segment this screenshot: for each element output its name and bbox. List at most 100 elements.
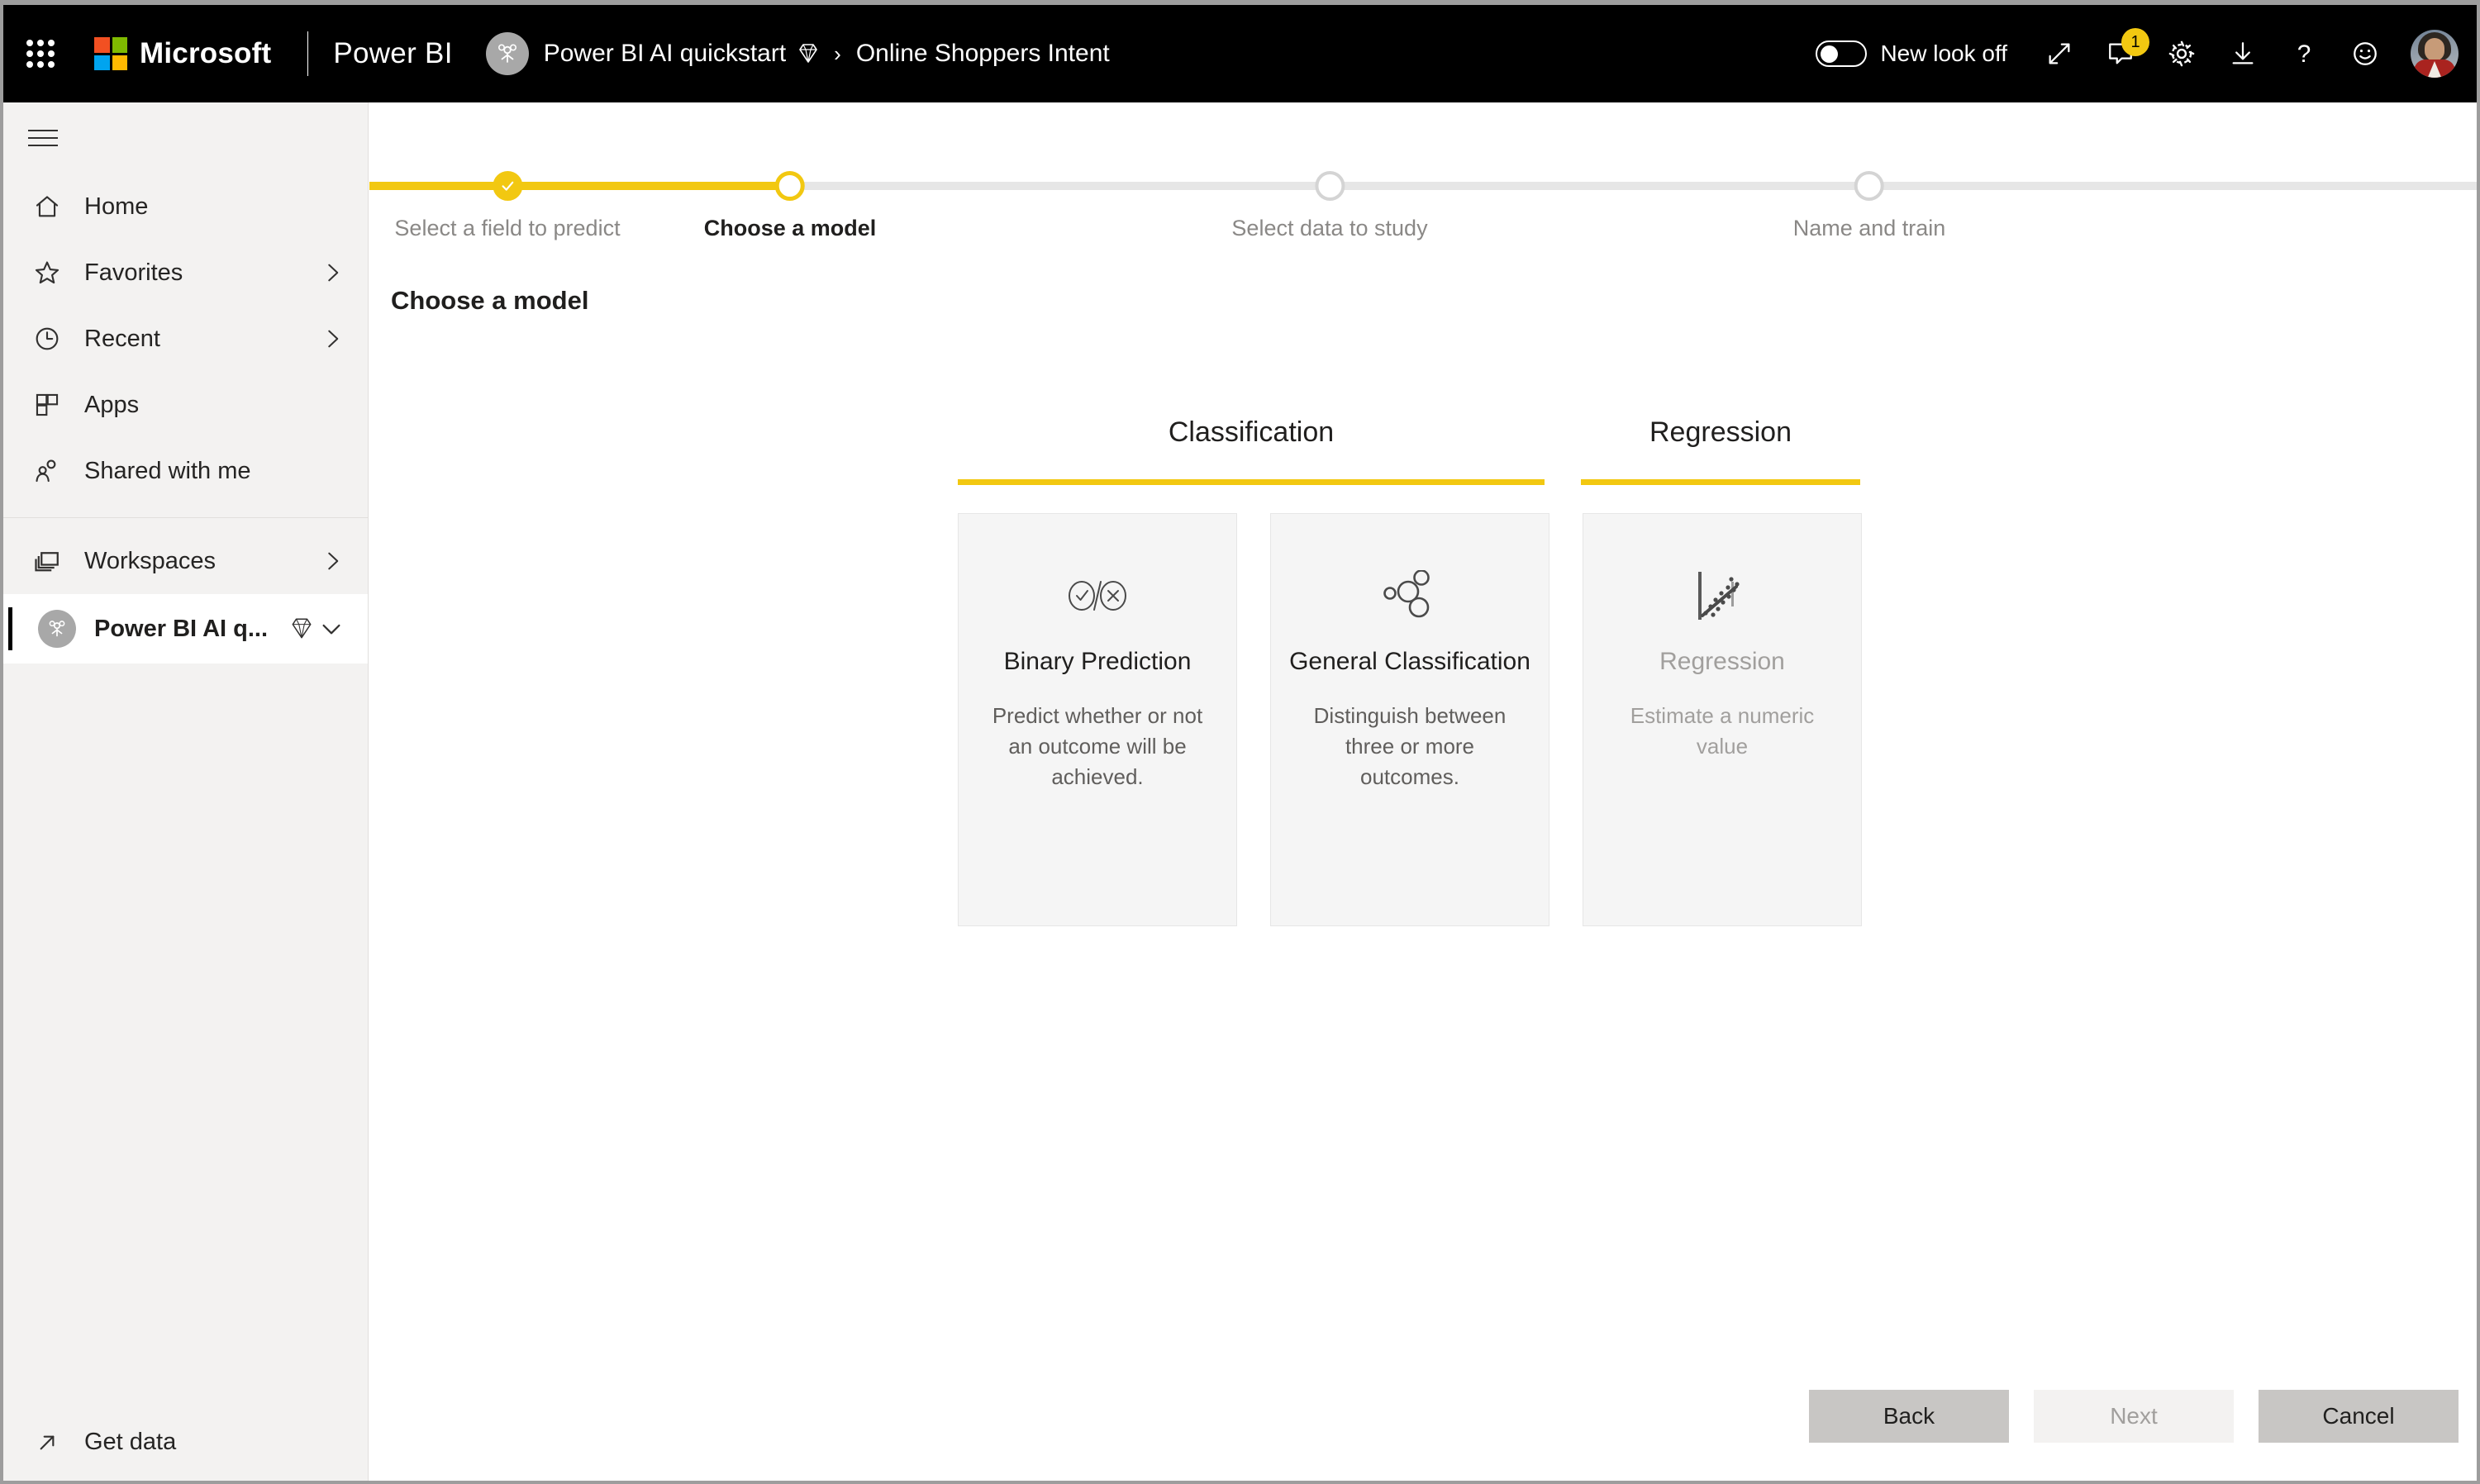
model-card-binary-prediction[interactable]: Binary Prediction Predict whether or not… [958, 513, 1237, 926]
gear-icon[interactable] [2151, 23, 2212, 84]
model-card-general-classification[interactable]: General Classification Distinguish betwe… [1270, 513, 1549, 926]
sidebar-item-label: Favorites [84, 259, 183, 286]
active-indicator [8, 607, 12, 650]
stepper-label: Choose a model [703, 216, 877, 240]
product-name-power-bi[interactable]: Power BI [333, 37, 452, 70]
next-button: Next [2034, 1390, 2234, 1443]
model-card-description: Distinguish between three or more outcom… [1313, 703, 1507, 789]
shared-people-icon [28, 452, 66, 490]
sidebar-item-label: Workspaces [84, 547, 217, 574]
new-look-label: New look off [1880, 40, 2007, 66]
help-icon[interactable]: ? [2273, 23, 2335, 84]
stepper-step-choose-model[interactable]: Choose a model [703, 145, 877, 241]
microsoft-wordmark: Microsoft [140, 37, 272, 69]
breadcrumb: Power BI AI quickstart › Online Shoppers… [544, 40, 1110, 68]
hamburger-menu-icon [28, 124, 58, 152]
model-card-title: Regression [1659, 648, 1785, 675]
people-group-icon [497, 44, 516, 63]
model-card-title: General Classification [1289, 648, 1530, 675]
stepper-dot-complete [493, 171, 522, 201]
stepper-label: Select a field to predict [394, 216, 621, 240]
smiley-feedback-icon[interactable] [2335, 23, 2396, 84]
sidebar-divider [3, 517, 368, 518]
app-launcher-icon[interactable] [26, 40, 55, 68]
cancel-button[interactable]: Cancel [2259, 1390, 2459, 1443]
sidebar-item-recent[interactable]: Recent [3, 306, 368, 372]
workspace-avatar-icon [38, 610, 76, 648]
model-chooser: Classification Regression Binary Predict… [958, 416, 1875, 926]
sidebar-item-favorites[interactable]: Favorites [3, 240, 368, 306]
notification-badge: 1 [2121, 28, 2149, 56]
model-cards-row: Binary Prediction Predict whether or not… [958, 513, 1875, 926]
wizard-stepper: Select a field to predict Choose a model… [369, 145, 2477, 253]
home-icon [28, 188, 66, 226]
premium-gem-icon [797, 42, 819, 65]
breadcrumb-separator: › [834, 40, 841, 66]
model-category-headers: Classification Regression [958, 416, 1875, 485]
premium-gem-icon [289, 616, 314, 641]
microsoft-logo-icon [94, 37, 127, 70]
star-icon [28, 254, 66, 292]
back-button[interactable]: Back [1809, 1390, 2009, 1443]
chevron-down-icon[interactable] [318, 616, 345, 642]
category-title: Classification [1168, 416, 1335, 448]
sidebar-item-label: Apps [84, 391, 140, 418]
top-navigation-bar: Microsoft Power BI Power BI AI quickstar… [3, 5, 2477, 102]
category-underline [958, 479, 1545, 485]
sidebar-item-get-data[interactable]: Get data [3, 1403, 369, 1481]
expand-icon[interactable] [2029, 23, 2090, 84]
clock-icon [28, 320, 66, 358]
bubbles-cluster-icon [1383, 565, 1437, 626]
stepper-dot-todo [1854, 171, 1884, 201]
collapse-nav-button[interactable] [3, 102, 368, 174]
breadcrumb-current-item[interactable]: Online Shoppers Intent [856, 40, 1110, 68]
category-regression: Regression [1581, 416, 1860, 485]
topbar-actions: New look off 1 ? [1816, 5, 2477, 102]
category-title: Regression [1649, 416, 1792, 448]
model-card-description: Estimate a numeric value [1630, 703, 1815, 759]
chevron-right-icon[interactable] [320, 260, 345, 285]
sidebar-item-label: Shared with me [84, 457, 251, 484]
stepper-step-select-field[interactable]: Select a field to predict [394, 145, 621, 241]
svg-text:?: ? [2297, 40, 2311, 68]
power-bi-window: Microsoft Power BI Power BI AI quickstar… [3, 5, 2477, 1481]
page-title: Choose a model [391, 286, 589, 315]
left-navigation-sidebar: Home Favorites Recent Apps Shared with m… [3, 102, 369, 1481]
category-underline [1581, 479, 1860, 485]
microsoft-logo[interactable]: Microsoft [94, 37, 271, 70]
stepper-step-name-and-train[interactable]: Name and train [1792, 145, 1946, 241]
stepper-dot-todo [1315, 171, 1345, 201]
breadcrumb-workspace-link[interactable]: Power BI AI quickstart [544, 40, 786, 68]
toggle-switch-icon[interactable] [1816, 40, 1868, 67]
breadcrumb-workspace-avatar [485, 32, 529, 75]
stepper-label: Select data to study [1231, 216, 1428, 240]
sidebar-item-apps[interactable]: Apps [3, 372, 368, 438]
sidebar-item-home[interactable]: Home [3, 174, 368, 240]
workspaces-icon [28, 542, 66, 580]
model-card-regression: Regression Estimate a numeric value [1583, 513, 1862, 926]
download-icon[interactable] [2212, 23, 2273, 84]
topbar-divider [307, 31, 309, 76]
sidebar-item-shared-with-me[interactable]: Shared with me [3, 438, 368, 504]
wizard-footer-buttons: Back Next Cancel [1809, 1390, 2459, 1443]
sidebar-item-label: Recent [84, 325, 160, 352]
stepper-label: Name and train [1792, 216, 1946, 240]
sidebar-item-active-workspace[interactable]: Power BI AI q... [3, 594, 368, 664]
apps-icon [28, 386, 66, 424]
model-card-description: Predict whether or not an outcome will b… [992, 703, 1203, 789]
category-classification: Classification [958, 416, 1545, 485]
arrow-up-right-icon [28, 1424, 66, 1462]
get-data-label: Get data [84, 1429, 177, 1455]
main-content-area: Select a field to predict Choose a model… [369, 102, 2477, 1481]
stepper-step-select-data[interactable]: Select data to study [1231, 145, 1428, 241]
stepper-dot-current [774, 171, 805, 201]
user-avatar[interactable] [2411, 30, 2459, 78]
check-x-circles-icon [1066, 565, 1129, 626]
sidebar-item-workspaces[interactable]: Workspaces [3, 528, 368, 594]
model-card-title: Binary Prediction [1003, 648, 1192, 675]
chevron-right-icon[interactable] [320, 549, 345, 573]
sidebar-item-label: Home [84, 193, 149, 220]
notifications-icon[interactable]: 1 [2090, 23, 2151, 84]
chevron-right-icon[interactable] [320, 326, 345, 351]
new-look-toggle[interactable]: New look off [1816, 40, 2007, 67]
